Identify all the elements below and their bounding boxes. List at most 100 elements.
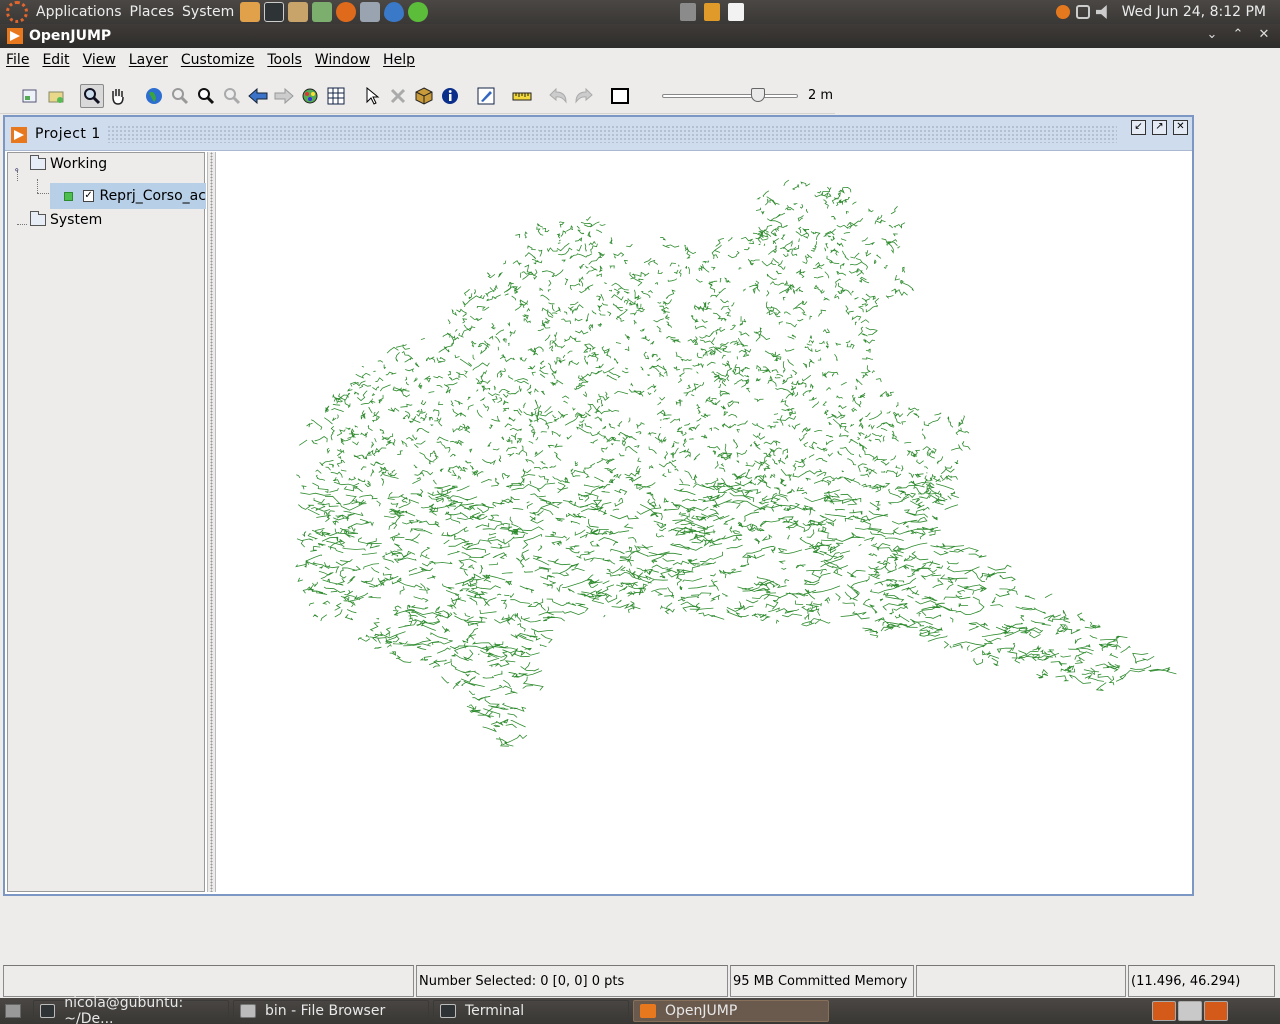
scale-slider-thumb[interactable] [751, 87, 765, 102]
volume-icon[interactable] [1095, 5, 1107, 19]
pan-tool-icon [112, 88, 124, 105]
archive-manager-icon[interactable] [288, 2, 309, 22]
menu-bar: File Edit View Layer Customize Tools Win… [0, 48, 1280, 72]
undo-icon [549, 87, 567, 104]
ubuntu-logo-icon[interactable] [6, 1, 28, 23]
notification-icon[interactable] [1055, 5, 1070, 19]
update-manager-icon[interactable] [240, 2, 261, 22]
chevron-down-icon[interactable]: ⌄ [1204, 27, 1220, 42]
grid-button[interactable] [324, 84, 348, 108]
zoom-previous-button[interactable] [246, 84, 270, 108]
category-system[interactable]: System [30, 211, 102, 228]
task-label: nicola@gubuntu: ~/De... [64, 995, 184, 1024]
firefox-launcher-icon[interactable] [336, 2, 357, 22]
menu-window[interactable]: Window [315, 52, 370, 68]
window-titlebar[interactable]: OpenJUMP ⌄ ⌃ ✕ [0, 24, 1280, 48]
frame-button[interactable] [608, 84, 632, 108]
new-layer-button[interactable] [18, 84, 42, 108]
fence-button[interactable] [298, 84, 322, 108]
select-tool-button[interactable] [360, 84, 384, 108]
menu-help[interactable]: Help [383, 52, 415, 68]
add-folder-button[interactable] [44, 84, 68, 108]
delete-icon [390, 88, 406, 103]
close-icon[interactable]: ✕ [1256, 27, 1272, 42]
terminal-icon [440, 1004, 456, 1018]
redo-icon [575, 87, 593, 104]
clock[interactable]: Wed Jun 24, 8:12 PM [1122, 4, 1266, 20]
window-tray-icon[interactable] [1178, 1001, 1202, 1021]
layer-tree: ⚬ Working ✓ Reprj_Corso_ac System [7, 152, 206, 892]
notes-applet-icon[interactable] [704, 3, 720, 21]
play-launcher-icon[interactable] [408, 2, 429, 22]
system-tray: Wed Jun 24, 8:12 PM [1055, 0, 1280, 24]
task-file-browser[interactable]: bin - File Browser [233, 1000, 429, 1022]
satellite-launcher-icon[interactable] [360, 2, 381, 22]
chevron-up-icon[interactable]: ⌃ [1230, 27, 1246, 42]
menu-edit[interactable]: Edit [42, 52, 69, 68]
delete-button[interactable] [386, 84, 410, 108]
package-button[interactable] [412, 84, 436, 108]
project-title: Project 1 [35, 125, 101, 142]
applications-menu[interactable]: Applications [36, 4, 122, 20]
memory-status: 95 MB Committed Memory [730, 965, 914, 997]
task-label: OpenJUMP [665, 1003, 738, 1019]
layer-item[interactable]: ✓ Reprj_Corso_ac [50, 183, 206, 209]
taskbar-tray [1152, 1001, 1228, 1021]
task-terminal[interactable]: Terminal [433, 1000, 629, 1022]
terminal-launcher-icon[interactable] [264, 2, 285, 22]
minimize-icon[interactable]: ↙ [1131, 120, 1146, 135]
gimp-launcher-icon[interactable] [312, 2, 333, 22]
places-menu[interactable]: Places [130, 4, 175, 20]
category-working[interactable]: Working [30, 155, 108, 172]
measure-icon [512, 92, 532, 100]
menu-tools[interactable]: Tools [267, 52, 302, 68]
menu-layer[interactable]: Layer [129, 52, 168, 68]
task-terminal-nicola[interactable]: nicola@gubuntu: ~/De... [33, 995, 229, 1024]
trash-applet-icon[interactable] [680, 3, 696, 21]
close-icon[interactable]: ✕ [1173, 120, 1188, 135]
menu-view[interactable]: View [83, 52, 116, 68]
layer-visible-checkbox[interactable]: ✓ [82, 190, 95, 202]
project-window-titlebar[interactable]: Project 1 ↙ ↗ ✕ [5, 117, 1192, 151]
maximize-icon[interactable]: ↗ [1152, 120, 1167, 135]
toolbar: 2 m [0, 78, 835, 114]
openjump-tray-icon[interactable] [1204, 1001, 1228, 1021]
zoom-next-icon [274, 87, 294, 104]
network-icon[interactable] [1075, 5, 1090, 19]
system-menu[interactable]: System [182, 4, 234, 20]
task-label: bin - File Browser [265, 1003, 386, 1019]
menu-file[interactable]: File [6, 52, 29, 68]
zoom-to-selection-button[interactable] [220, 84, 244, 108]
firefox-tray-icon[interactable] [1152, 1001, 1176, 1021]
zoom-full-extent-button[interactable] [142, 84, 166, 108]
scale-slider[interactable] [662, 86, 798, 106]
info-button[interactable] [438, 84, 462, 108]
category-label: Working [50, 156, 108, 172]
zoom-next-button[interactable] [272, 84, 296, 108]
select-tool-icon [366, 86, 380, 105]
map-canvas[interactable] [216, 152, 1191, 893]
zoom-tool-icon [84, 87, 101, 104]
redo-button[interactable] [572, 84, 596, 108]
pan-tool-button[interactable] [106, 84, 130, 108]
layer-color-swatch [64, 191, 73, 201]
show-desktop-icon[interactable] [5, 1004, 21, 1018]
menu-customize[interactable]: Customize [181, 52, 255, 68]
zoom-in-button[interactable] [168, 84, 192, 108]
water-drop-icon[interactable] [384, 2, 405, 22]
document-applet-icon[interactable] [728, 3, 744, 21]
tree-map-splitter[interactable] [207, 152, 216, 892]
undo-button[interactable] [546, 84, 570, 108]
edit-icon [477, 87, 495, 104]
task-label: Terminal [465, 1003, 525, 1019]
tree-expand-icon[interactable]: ⚬ [13, 166, 21, 176]
frame-icon [611, 87, 629, 104]
edit-toolbox-button[interactable] [474, 84, 498, 108]
zoom-to-selection-icon [224, 87, 241, 104]
task-openjump[interactable]: OpenJUMP [633, 1000, 829, 1022]
measure-button[interactable] [510, 84, 534, 108]
file-browser-icon [240, 1004, 256, 1018]
zoom-to-layer-button[interactable] [194, 84, 218, 108]
zoom-full-extent-icon [146, 87, 162, 104]
zoom-tool-button[interactable] [80, 83, 104, 108]
